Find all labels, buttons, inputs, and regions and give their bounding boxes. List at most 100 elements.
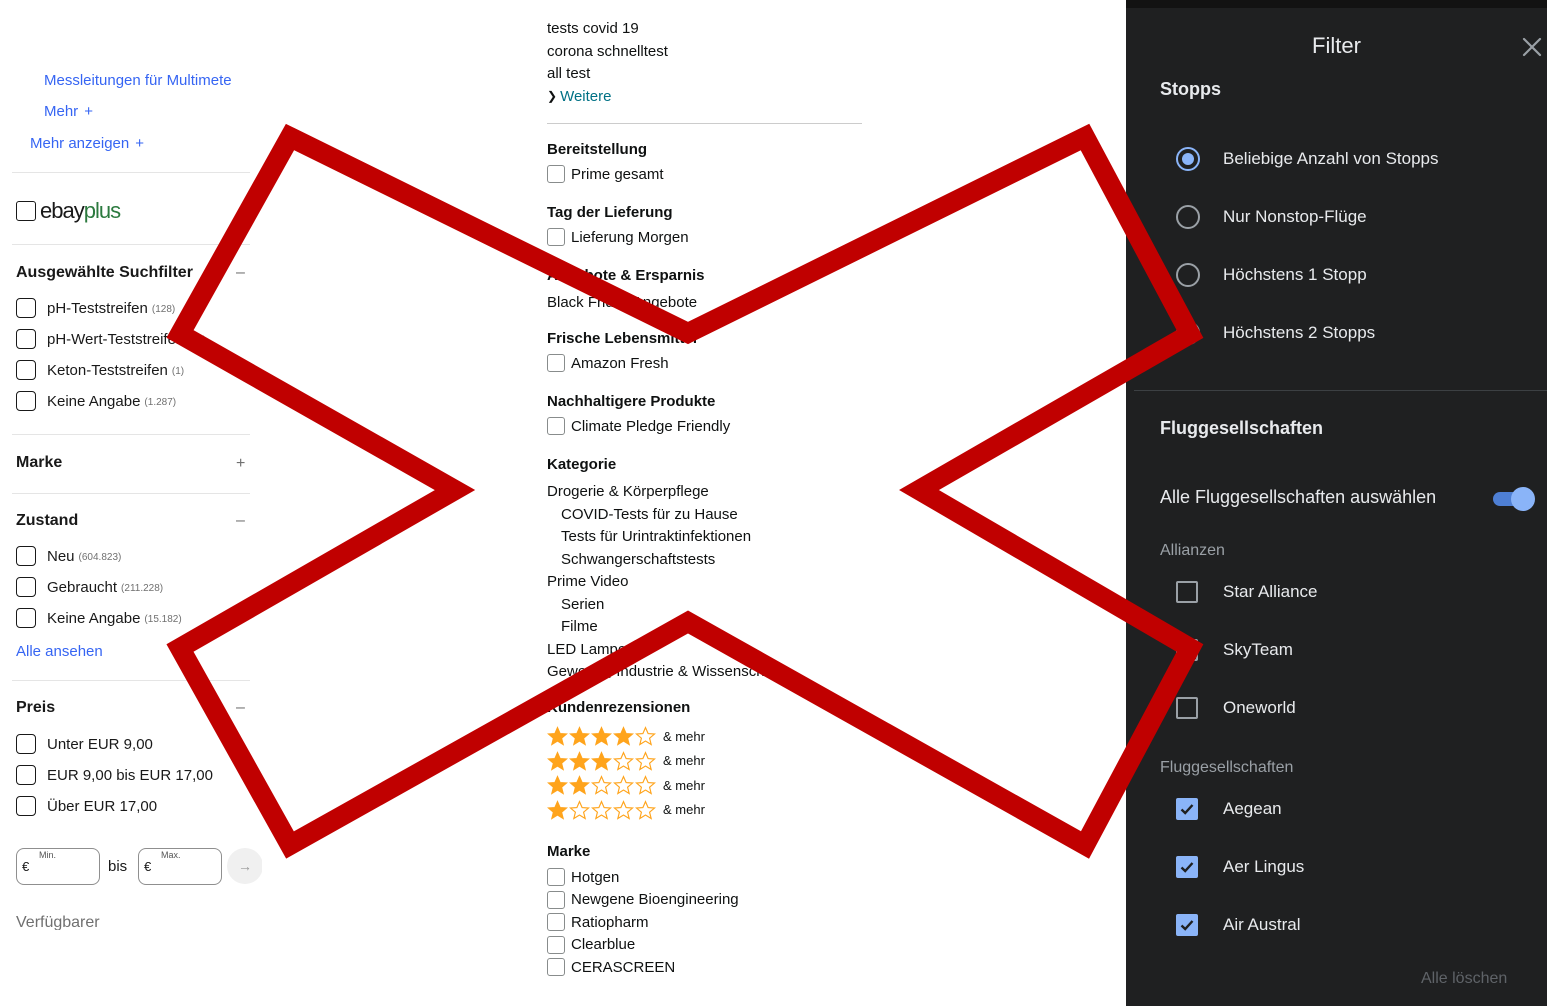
rating-filter[interactable]: & mehr bbox=[547, 775, 705, 795]
brand-filter[interactable]: Newgene Bioengineering bbox=[547, 890, 739, 909]
rating-filter[interactable]: & mehr bbox=[547, 799, 705, 820]
collapse-toggle[interactable]: – bbox=[236, 512, 245, 530]
filter-option[interactable]: pH-Teststreifen (128) bbox=[16, 297, 175, 319]
search-suggestion-link[interactable]: corona schnelltest bbox=[547, 43, 668, 60]
price-submit-arrow-icon[interactable]: → bbox=[227, 848, 262, 884]
filter-climate-pledge[interactable]: Climate Pledge Friendly bbox=[547, 417, 730, 435]
checkbox[interactable] bbox=[547, 958, 565, 976]
airline-option[interactable]: Star Alliance bbox=[1176, 578, 1318, 606]
filter-label: Amazon Fresh bbox=[571, 354, 669, 372]
checkbox[interactable] bbox=[547, 913, 565, 931]
checkbox[interactable] bbox=[16, 298, 36, 318]
category-link[interactable]: Prime Video bbox=[547, 573, 628, 590]
close-icon[interactable] bbox=[1519, 34, 1545, 60]
category-link[interactable]: Serien bbox=[561, 596, 604, 613]
filter-option[interactable]: Unter EUR 9,00 bbox=[16, 733, 153, 755]
filter-lieferung-morgen[interactable]: Lieferung Morgen bbox=[547, 228, 689, 246]
mehr-anzeigen-link[interactable]: Mehr anzeigen + bbox=[30, 135, 144, 152]
checkbox[interactable] bbox=[1176, 581, 1198, 603]
checkbox[interactable] bbox=[16, 734, 36, 754]
checkbox[interactable] bbox=[16, 546, 36, 566]
stops-option[interactable]: Höchstens 1 Stopp bbox=[1176, 261, 1367, 289]
filter-option[interactable]: EUR 9,00 bis EUR 17,00 bbox=[16, 764, 213, 786]
section-title-nachhaltigere-produkte: Nachhaltigere Produkte bbox=[547, 393, 716, 410]
filter-count: (1) bbox=[171, 366, 185, 377]
brand-filter[interactable]: Ratiopharm bbox=[547, 913, 649, 931]
divider bbox=[547, 123, 862, 124]
weitere-link[interactable]: ❯ Weitere bbox=[547, 88, 611, 105]
link-black-friday[interactable]: Black Friday Angebote bbox=[547, 294, 697, 311]
radio-button[interactable] bbox=[1176, 321, 1200, 345]
radio-button[interactable] bbox=[1176, 205, 1200, 229]
checkbox[interactable] bbox=[547, 868, 565, 886]
checkbox[interactable] bbox=[1176, 639, 1198, 661]
link-messleitungen[interactable]: Messleitungen für Multimete bbox=[44, 72, 232, 89]
brand-filter[interactable]: CERASCREEN bbox=[547, 958, 675, 976]
airline-option[interactable]: Oneworld bbox=[1176, 694, 1296, 722]
checkbox[interactable] bbox=[16, 360, 36, 380]
checkbox[interactable] bbox=[1176, 697, 1198, 719]
filter-option[interactable]: Gebraucht (211.228) bbox=[16, 576, 163, 598]
clear-all-button[interactable]: Alle löschen bbox=[1421, 970, 1507, 988]
airline-option[interactable]: Aegean bbox=[1176, 795, 1282, 823]
mehr-anzeigen-label: Mehr anzeigen bbox=[30, 135, 130, 152]
checkbox[interactable] bbox=[547, 165, 565, 183]
collapse-toggle[interactable]: – bbox=[236, 264, 245, 282]
collapse-toggle[interactable]: – bbox=[236, 699, 245, 717]
category-link[interactable]: Tests für Urintraktinfektionen bbox=[561, 528, 751, 545]
filter-option[interactable]: pH-Wert-Teststreifen (26) bbox=[16, 328, 206, 350]
price-max-input[interactable]: € Max. bbox=[138, 848, 222, 885]
divider bbox=[12, 172, 250, 173]
airline-option[interactable]: Air Austral bbox=[1176, 911, 1300, 939]
select-all-airlines-toggle[interactable] bbox=[1493, 487, 1535, 511]
brand-filter[interactable]: Hotgen bbox=[547, 868, 619, 886]
expand-toggle[interactable]: + bbox=[236, 455, 245, 473]
category-link[interactable]: Filme bbox=[561, 618, 598, 635]
checkbox[interactable] bbox=[547, 354, 565, 372]
checkbox[interactable] bbox=[1176, 798, 1198, 820]
category-link[interactable]: Gewerbe, Industrie & Wissenschaft bbox=[547, 663, 781, 680]
filter-option[interactable]: Über EUR 17,00 bbox=[16, 795, 157, 817]
stops-option[interactable]: Höchstens 2 Stopps bbox=[1176, 319, 1375, 347]
category-link[interactable]: LED Lampen bbox=[547, 641, 635, 658]
filter-option[interactable]: Neu (604.823) bbox=[16, 545, 121, 567]
checkbox[interactable] bbox=[16, 577, 36, 597]
ebayplus-checkbox[interactable] bbox=[16, 201, 36, 221]
airline-option[interactable]: Aer Lingus bbox=[1176, 853, 1304, 881]
checkbox[interactable] bbox=[547, 417, 565, 435]
stops-option[interactable]: Beliebige Anzahl von Stopps bbox=[1176, 145, 1439, 173]
checkbox[interactable] bbox=[547, 228, 565, 246]
filter-amazon-fresh[interactable]: Amazon Fresh bbox=[547, 354, 669, 372]
brand-filter[interactable]: Clearblue bbox=[547, 935, 635, 954]
ebayplus-filter[interactable]: ebayplus bbox=[16, 198, 121, 224]
panel-title: Filter bbox=[1312, 33, 1361, 58]
filter-option[interactable]: Keine Angabe (15.182) bbox=[16, 607, 182, 629]
price-min-input[interactable]: € Min. bbox=[16, 848, 100, 885]
airline-option[interactable]: SkyTeam bbox=[1176, 636, 1293, 664]
filter-prime-gesamt[interactable]: Prime gesamt bbox=[547, 165, 664, 183]
mehr-link[interactable]: Mehr + bbox=[44, 103, 93, 120]
radio-button[interactable] bbox=[1176, 147, 1200, 171]
checkbox[interactable] bbox=[1176, 856, 1198, 878]
checkbox[interactable] bbox=[16, 391, 36, 411]
checkbox[interactable] bbox=[547, 890, 565, 909]
category-link[interactable]: Schwangerschaftstests bbox=[561, 551, 715, 568]
checkbox[interactable] bbox=[16, 796, 36, 816]
checkbox[interactable] bbox=[16, 329, 36, 349]
section-title-kategorie: Kategorie bbox=[547, 456, 617, 473]
radio-button[interactable] bbox=[1176, 263, 1200, 287]
checkbox[interactable] bbox=[16, 765, 36, 785]
alle-ansehen-link[interactable]: Alle ansehen bbox=[16, 643, 103, 660]
category-link[interactable]: Drogerie & Körperpflege bbox=[547, 483, 709, 500]
search-suggestion-link[interactable]: all test bbox=[547, 65, 590, 82]
category-link[interactable]: COVID-Tests für zu Hause bbox=[561, 506, 738, 523]
checkbox[interactable] bbox=[16, 608, 36, 628]
search-suggestion-link[interactable]: tests covid 19 bbox=[547, 20, 639, 37]
stops-option[interactable]: Nur Nonstop-Flüge bbox=[1176, 203, 1367, 231]
rating-filter[interactable]: & mehr bbox=[547, 750, 705, 771]
checkbox[interactable] bbox=[1176, 914, 1198, 936]
filter-option[interactable]: Keine Angabe (1.287) bbox=[16, 390, 176, 412]
filter-option[interactable]: Keton-Teststreifen (1) bbox=[16, 359, 184, 381]
checkbox[interactable] bbox=[547, 935, 565, 954]
rating-filter[interactable]: & mehr bbox=[547, 726, 705, 746]
